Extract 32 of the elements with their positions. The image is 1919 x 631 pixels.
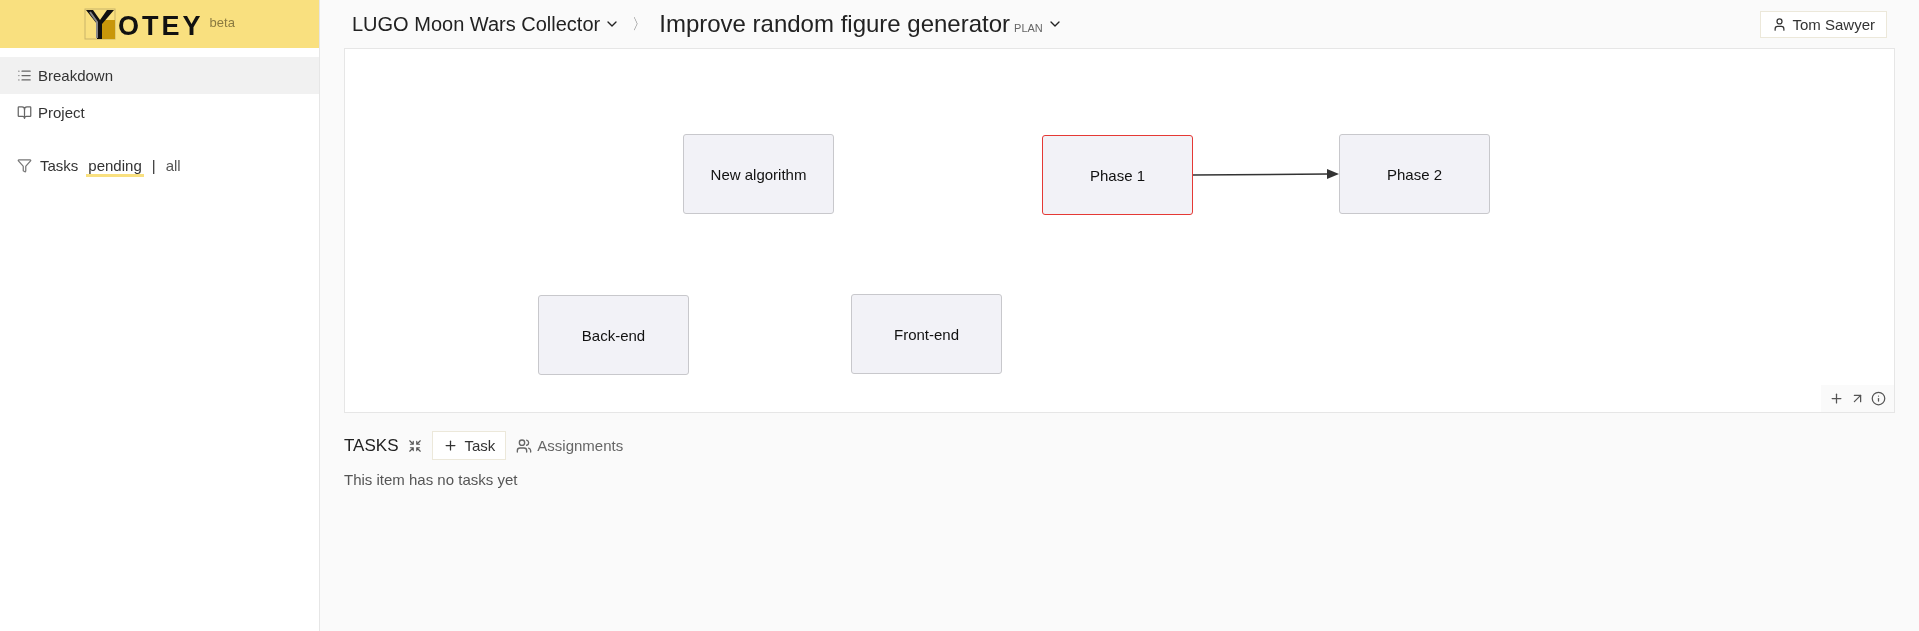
diagram-node[interactable]: Phase 2 (1339, 134, 1490, 214)
tasks-heading: TASKS (344, 435, 399, 456)
sidebar-item[interactable]: Breakdown (0, 57, 319, 94)
beta-label: beta (209, 15, 235, 30)
add-task-button[interactable]: Task (432, 431, 507, 460)
logo-text: OTEY (118, 12, 204, 40)
item-title: Improve random figure generator (659, 10, 1011, 38)
logo-icon (84, 8, 117, 40)
diagram-node[interactable]: New algorithm (683, 134, 834, 214)
sidebar-item[interactable]: Project (0, 94, 319, 131)
assignments-link[interactable]: Assignments (516, 437, 624, 454)
plus-icon (443, 438, 459, 453)
empty-message: This item has no tasks yet (344, 471, 519, 488)
filter-option[interactable]: pending (86, 157, 144, 177)
type-label: PLAN (1014, 22, 1043, 34)
diagram-node[interactable]: Back-end (538, 295, 689, 375)
info-icon[interactable] (1871, 391, 1886, 406)
breadcrumb-separator: 〉 (632, 14, 648, 34)
project-dropdown[interactable]: LUGO Moon Wars Collector (352, 12, 621, 36)
filter-label: Tasks (40, 157, 79, 174)
add-icon[interactable] (1829, 391, 1844, 406)
book-icon (17, 105, 32, 120)
separator-text: | (151, 157, 156, 174)
filter-option[interactable]: all (163, 157, 183, 177)
collapse-icon[interactable] (408, 438, 423, 453)
filter-icon (17, 158, 32, 173)
user-icon (1772, 16, 1788, 32)
users-icon (516, 437, 533, 454)
user-button[interactable]: Tom Sawyer (1760, 10, 1887, 38)
diagram-node[interactable]: Front-end (851, 294, 1002, 374)
diagram-node[interactable]: Phase 1 (1042, 135, 1193, 215)
list-icon (17, 68, 32, 83)
